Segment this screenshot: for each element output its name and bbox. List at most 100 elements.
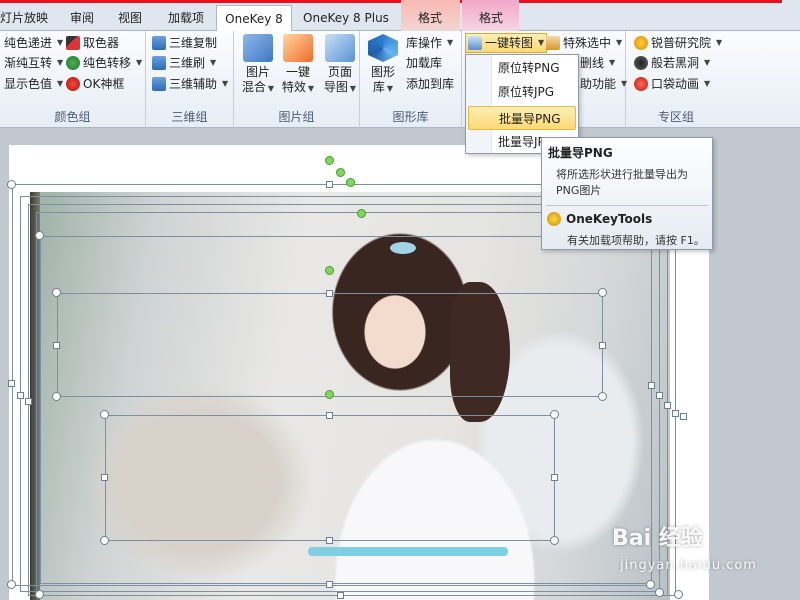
tab-onekey8[interactable]: OneKey 8: [216, 5, 292, 32]
resize-handle[interactable]: [100, 410, 109, 419]
resize-handle[interactable]: [17, 392, 24, 399]
blackhole-icon: [634, 56, 648, 70]
resize-handle[interactable]: [672, 410, 679, 417]
3d-assist-button[interactable]: 三维辅助 ▼: [152, 74, 228, 94]
gear-icon: [547, 212, 561, 226]
tooltip-divider: [546, 205, 708, 206]
tab-drawing-format[interactable]: 格式: [405, 5, 455, 31]
3d-brush-button[interactable]: 三维刷 ▼: [152, 53, 216, 73]
chevron-down-icon: ▼: [267, 84, 275, 93]
resize-handle[interactable]: [655, 588, 664, 597]
tab-onekey8-plus[interactable]: OneKey 8 Plus: [300, 5, 392, 31]
resize-handle[interactable]: [674, 590, 683, 599]
hexagon-icon: [368, 34, 398, 62]
resize-handle[interactable]: [598, 392, 607, 401]
resize-handle[interactable]: [646, 580, 655, 589]
resize-handle[interactable]: [598, 288, 607, 297]
resize-handle[interactable]: [326, 181, 333, 188]
ok-frame-icon: [66, 77, 80, 91]
rotation-handle[interactable]: [357, 209, 366, 218]
resize-handle[interactable]: [53, 342, 60, 349]
pocket-animation-button[interactable]: 口袋动画 ▼: [634, 74, 710, 94]
resize-handle[interactable]: [337, 592, 344, 599]
rotation-handle[interactable]: [325, 390, 334, 399]
resize-handle[interactable]: [101, 474, 108, 481]
menu-item-inplace-jpg[interactable]: 原位转JPG: [468, 80, 576, 104]
menu-item-inplace-png[interactable]: 原位转PNG: [468, 56, 576, 80]
tab-view[interactable]: 视图: [114, 5, 146, 31]
resize-handle[interactable]: [648, 382, 655, 389]
resize-handle[interactable]: [52, 392, 61, 401]
resize-handle[interactable]: [8, 380, 15, 387]
chevron-down-icon: ▼: [210, 58, 217, 67]
resize-handle[interactable]: [326, 537, 333, 544]
convert-image-icon: [468, 36, 482, 50]
gradient-convert-button[interactable]: 渐纯互转 ▼: [4, 53, 63, 73]
rotation-handle[interactable]: [336, 168, 345, 177]
page-export-button[interactable]: 页面 导图 ▼: [318, 34, 362, 96]
image-group-label: 图片组: [278, 110, 315, 124]
menu-item-batch-png[interactable]: 批量导PNG: [468, 106, 576, 130]
resize-handle[interactable]: [551, 474, 558, 481]
resize-handle[interactable]: [326, 290, 333, 297]
resize-handle[interactable]: [326, 581, 333, 588]
tab-addins[interactable]: 加载项: [164, 5, 208, 31]
3d-assist-icon: [152, 77, 166, 91]
load-library-button[interactable]: 加载库: [406, 53, 442, 73]
chevron-down-icon: ▼: [716, 38, 723, 47]
selection-frame[interactable]: [57, 293, 603, 397]
special-select-button[interactable]: 特殊选中 ▼: [546, 33, 622, 53]
resize-handle[interactable]: [326, 412, 333, 419]
rotation-handle[interactable]: [346, 178, 355, 187]
resize-handle[interactable]: [7, 180, 16, 189]
resize-handle[interactable]: [656, 392, 663, 399]
one-key-convert-button[interactable]: 一键转图 ▼: [465, 33, 548, 53]
rapid-research-button[interactable]: 锐普研究院 ▼: [634, 33, 722, 53]
add-to-library-button[interactable]: 添加到库: [406, 74, 454, 94]
selection-frame[interactable]: [105, 415, 555, 541]
chevron-down-icon: ▼: [609, 58, 616, 67]
3d-copy-icon: [152, 36, 166, 50]
resize-handle[interactable]: [35, 590, 44, 599]
tab-picture-format[interactable]: 格式: [466, 5, 516, 31]
chevron-down-icon: ▼: [307, 84, 315, 93]
resize-handle[interactable]: [35, 231, 44, 240]
library-operation-button[interactable]: 库操作 ▼: [406, 33, 453, 53]
resize-handle[interactable]: [25, 398, 32, 405]
special-zone-group-label: 专区组: [657, 110, 694, 124]
color-picker-button[interactable]: 取色器: [66, 33, 119, 53]
page-image-icon: [325, 34, 355, 62]
shape-library-button[interactable]: 图形库 ▼: [362, 34, 404, 96]
chevron-down-icon: ▼: [222, 79, 229, 88]
resize-handle[interactable]: [550, 410, 559, 419]
shape-library-group: 图形库 ▼ 库操作 ▼ 加载库 添加到库 图形库: [360, 31, 462, 128]
tab-slideshow[interactable]: 灯片放映: [0, 5, 48, 31]
solid-gradient-button[interactable]: 纯色递进 ▼: [4, 33, 63, 53]
delete-line-button[interactable]: 删线 ▼: [580, 53, 615, 73]
chevron-down-icon: ▼: [57, 58, 64, 67]
resize-handle[interactable]: [664, 402, 671, 409]
chevron-down-icon: ▼: [57, 38, 64, 47]
resize-handle[interactable]: [52, 288, 61, 297]
resize-handle[interactable]: [599, 342, 606, 349]
image-blend-button[interactable]: 图片 混合 ▼: [236, 34, 280, 96]
resize-handle[interactable]: [7, 580, 16, 589]
solid-transfer-button[interactable]: 纯色转移 ▼: [66, 53, 142, 73]
resize-handle[interactable]: [100, 536, 109, 545]
resize-handle[interactable]: [550, 536, 559, 545]
rotation-handle[interactable]: [325, 156, 334, 165]
rotation-handle[interactable]: [325, 266, 334, 275]
assist-function-button[interactable]: 助功能 ▼: [580, 74, 627, 94]
color-group: 纯色递进 ▼ 渐纯互转 ▼ 显示色值 ▼ 取色器 纯色转移 ▼ OK神框 颜色组: [0, 31, 146, 128]
ok-frame-button[interactable]: OK神框: [66, 74, 124, 94]
3d-group: 三维复制 三维刷 ▼ 三维辅助 ▼ 三维组: [146, 31, 234, 128]
tab-review[interactable]: 审阅: [66, 5, 98, 31]
one-key-effect-button[interactable]: 一键 特效 ▼: [276, 34, 320, 96]
resize-handle[interactable]: [680, 413, 687, 420]
3d-copy-button[interactable]: 三维复制: [152, 33, 217, 53]
title-accent-bar: [0, 0, 782, 3]
ribbon-tab-bar: 灯片放映 审阅 视图 加载项 OneKey 8 OneKey 8 Plus 格式…: [0, 0, 800, 32]
prajna-blackhole-button[interactable]: 般若黑洞 ▼: [634, 53, 710, 73]
show-color-value-button[interactable]: 显示色值 ▼: [4, 74, 63, 94]
pocket-animation-icon: [634, 77, 648, 91]
